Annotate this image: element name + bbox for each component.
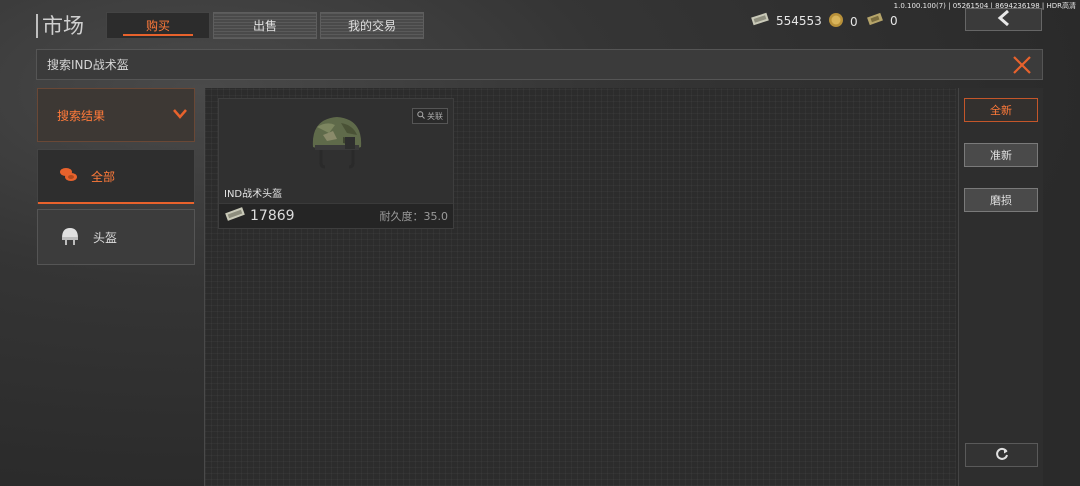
refresh-icon <box>995 446 1009 465</box>
tactical-helmet-image <box>307 113 367 179</box>
tab-my-trades-label: 我的交易 <box>347 19 396 33</box>
sidebar-item-all[interactable]: 全部 <box>37 149 195 204</box>
search-query: 搜索IND战术盔 <box>47 58 129 72</box>
tab-buy-label: 购买 <box>145 19 170 33</box>
coin-balance: 0 <box>828 12 858 31</box>
voucher-icon <box>866 12 884 29</box>
cash-icon <box>750 12 770 29</box>
helmet-icon <box>59 225 81 250</box>
filter-new-label: 全新 <box>990 104 1012 117</box>
chevron-down-icon <box>173 108 187 123</box>
voucher-balance: 0 <box>866 12 898 29</box>
coins-stack-icon <box>59 166 79 187</box>
search-icon <box>417 111 425 121</box>
sidebar-item-label: 全部 <box>91 170 116 184</box>
search-bar[interactable]: 搜索IND战术盔 <box>36 49 1043 80</box>
related-button[interactable]: 关联 <box>412 108 448 124</box>
related-label: 关联 <box>427 111 443 121</box>
search-results-label: 搜索结果 <box>57 108 106 123</box>
filter-new-button[interactable]: 全新 <box>964 98 1038 122</box>
filter-like-new-button[interactable]: 准新 <box>964 143 1038 167</box>
voucher-value: 0 <box>890 13 898 28</box>
back-button[interactable] <box>965 8 1042 31</box>
tab-my-trades[interactable]: 我的交易 <box>320 12 424 39</box>
cash-balance: 554553 <box>750 12 822 29</box>
item-name: IND战术头盔 <box>224 189 283 200</box>
tab-buy[interactable]: 购买 <box>106 12 210 39</box>
filter-like-new-label: 准新 <box>990 149 1012 162</box>
filter-worn-button[interactable]: 磨损 <box>964 188 1038 212</box>
refresh-button[interactable] <box>965 443 1038 467</box>
coin-value: 0 <box>850 14 858 29</box>
listing-card[interactable]: 关联 IND战术头盔 17869 耐久度：35.0 <box>218 98 454 229</box>
sidebar-item-label: 头盔 <box>93 230 118 245</box>
sidebar-item-helmet[interactable]: 头盔 <box>37 209 195 265</box>
listing-footer: 17869 耐久度：35.0 <box>219 203 453 228</box>
coin-icon <box>828 12 844 31</box>
tab-sell[interactable]: 出售 <box>213 12 317 39</box>
item-durability: 耐久度：35.0 <box>379 210 449 223</box>
close-icon[interactable] <box>1012 55 1032 75</box>
cash-icon <box>224 206 246 226</box>
search-results-header[interactable]: 搜索结果 <box>37 88 195 142</box>
filter-worn-label: 磨损 <box>990 194 1012 207</box>
chevron-left-icon <box>995 9 1013 30</box>
tab-sell-label: 出售 <box>252 19 277 33</box>
item-price: 17869 <box>250 208 295 224</box>
page-title: 市场 <box>36 14 84 38</box>
cash-value: 554553 <box>776 13 822 28</box>
